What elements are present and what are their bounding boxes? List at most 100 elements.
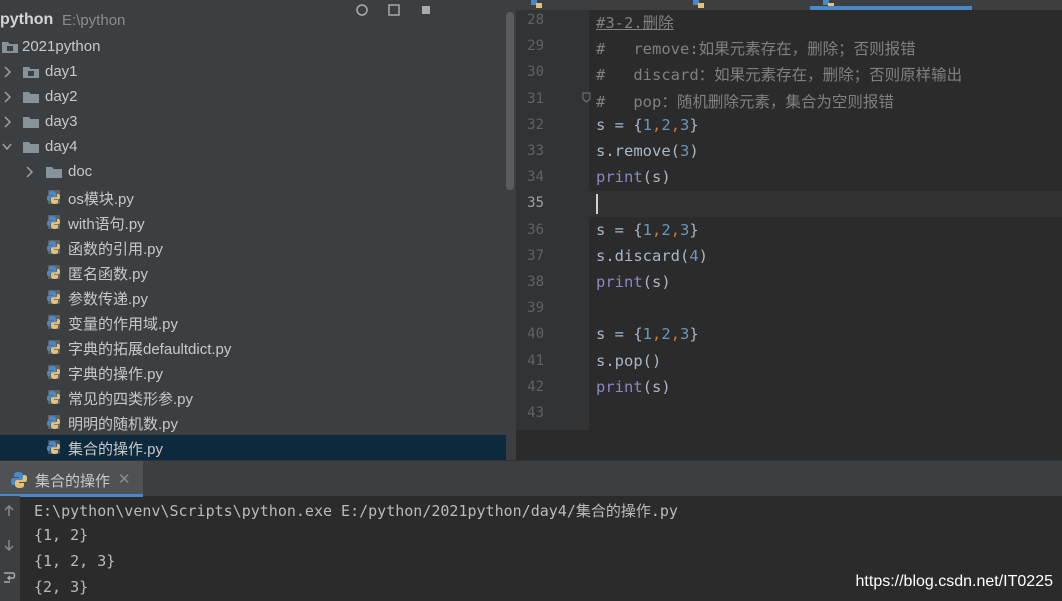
active-tab-indicator bbox=[810, 6, 972, 10]
tree-item[interactable]: day2 bbox=[0, 85, 506, 110]
tree-item[interactable]: day3 bbox=[0, 110, 506, 135]
python-file-icon bbox=[47, 390, 60, 404]
console-output-line: {1, 2, 3} bbox=[34, 552, 116, 570]
line-number: 41 bbox=[527, 352, 544, 369]
python-file-icon bbox=[531, 0, 542, 8]
tree-item-label: os模块.py bbox=[68, 191, 134, 208]
code-line[interactable]: s.pop() bbox=[596, 352, 661, 370]
project-path: E:\python bbox=[62, 12, 126, 29]
tree-item[interactable]: 匿名函数.py bbox=[0, 260, 506, 285]
soft-wrap-icon[interactable] bbox=[2, 570, 16, 584]
tree-item[interactable]: 变量的作用域.py bbox=[0, 310, 506, 335]
project-scrollbar[interactable] bbox=[506, 12, 514, 190]
current-line-highlight bbox=[589, 191, 1062, 217]
tree-item-label: 明明的随机数.py bbox=[68, 416, 179, 433]
folder-icon bbox=[46, 167, 62, 178]
code-line[interactable]: s.discard(4) bbox=[596, 247, 708, 265]
tree-item-label: 集合的操作.py bbox=[68, 441, 164, 458]
line-number: 32 bbox=[527, 116, 544, 133]
tree-item-label: 常见的四类形参.py bbox=[68, 391, 194, 408]
code-line[interactable]: print(s) bbox=[596, 168, 671, 186]
python-file-icon bbox=[47, 240, 60, 254]
chevron-right-icon[interactable] bbox=[2, 116, 12, 128]
arrow-up-icon[interactable] bbox=[2, 504, 16, 518]
code-line[interactable]: s = {1,2,3} bbox=[596, 325, 699, 343]
code-line[interactable]: # discard：如果元素存在，删除；否则原样输出 bbox=[596, 63, 962, 85]
options-icon[interactable] bbox=[420, 4, 432, 16]
chevron-down-icon[interactable] bbox=[2, 141, 12, 153]
tree-item-label: 匿名函数.py bbox=[68, 266, 149, 283]
line-number: 28 bbox=[527, 12, 544, 28]
run-tab[interactable]: 集合的操作 ✕ bbox=[0, 461, 143, 497]
code-line[interactable]: s = {1,2,3} bbox=[596, 221, 699, 239]
tree-item-label: 2021python bbox=[22, 38, 101, 55]
folder-icon bbox=[23, 117, 39, 128]
line-number: 36 bbox=[527, 221, 544, 238]
locate-icon[interactable] bbox=[356, 4, 368, 16]
line-number-gutter: 28 29 30 31 32 33 34 35 36 37 38 39 40 41 42 43 bbox=[516, 10, 589, 430]
tree-item[interactable]: 常见的四类形参.py bbox=[0, 385, 506, 410]
code-line[interactable]: s = {1,2,3} bbox=[596, 116, 699, 134]
line-number: 39 bbox=[527, 300, 544, 317]
tree-item[interactable]: day1 bbox=[0, 60, 506, 85]
code-line[interactable]: print(s) bbox=[596, 273, 671, 291]
line-number: 42 bbox=[527, 378, 544, 395]
line-number: 38 bbox=[527, 274, 544, 290]
tree-item[interactable]: 明明的随机数.py bbox=[0, 410, 506, 435]
python-file-icon bbox=[47, 265, 60, 279]
tree-item[interactable]: with语句.py bbox=[0, 210, 506, 235]
line-number: 33 bbox=[527, 143, 544, 159]
code-line[interactable]: print(s) bbox=[596, 378, 671, 396]
folder-icon bbox=[23, 142, 39, 153]
tree-item[interactable]: day4 bbox=[0, 135, 506, 160]
arrow-down-icon[interactable] bbox=[2, 538, 16, 552]
tree-item[interactable]: os模块.py bbox=[0, 185, 506, 210]
close-icon[interactable]: ✕ bbox=[118, 470, 131, 488]
module-folder-icon bbox=[23, 67, 39, 78]
tree-item[interactable]: doc bbox=[0, 160, 506, 185]
line-number: 34 bbox=[527, 169, 544, 186]
project-header: python E:\python bbox=[0, 4, 516, 35]
python-file-icon bbox=[47, 215, 60, 229]
line-number: 29 bbox=[527, 38, 544, 55]
chevron-right-icon[interactable] bbox=[24, 166, 34, 178]
fold-end-icon[interactable] bbox=[582, 92, 591, 103]
tree-item-label: day1 bbox=[45, 63, 78, 80]
tree-item[interactable]: 2021python bbox=[0, 35, 506, 60]
python-file-icon bbox=[693, 0, 704, 8]
code-line[interactable]: # remove:如果元素存在，删除；否则报错 bbox=[596, 37, 916, 59]
python-file-icon bbox=[47, 415, 60, 429]
tree-item[interactable]: 函数的引用.py bbox=[0, 235, 506, 260]
editor-tab-strip[interactable] bbox=[516, 0, 1062, 10]
tree-item[interactable]: 字典的操作.py bbox=[0, 360, 506, 385]
tree-item-label: 函数的引用.py bbox=[68, 241, 164, 258]
line-number: 43 bbox=[527, 405, 544, 421]
code-line[interactable]: #3-2.删除 bbox=[596, 11, 674, 33]
project-panel: python E:\python 2021python day1 day2 day3 d… bbox=[0, 0, 516, 460]
chevron-right-icon[interactable] bbox=[2, 91, 12, 103]
run-panel: 集合的操作 ✕ E:\python\venv\Scripts\python.ex… bbox=[0, 460, 1062, 601]
console-output-line: {1, 2} bbox=[34, 526, 89, 544]
project-title[interactable]: python bbox=[0, 11, 53, 29]
tree-item-label: 字典的操作.py bbox=[68, 366, 164, 383]
code-line[interactable]: # pop：随机删除元素，集合为空则报错 bbox=[596, 90, 894, 112]
line-number: 35 bbox=[527, 195, 544, 212]
editor-bottom-area bbox=[589, 430, 1062, 460]
run-tab-label: 集合的操作 bbox=[35, 473, 111, 490]
tree-item-label: day2 bbox=[45, 88, 78, 105]
code-line[interactable]: s.remove(3) bbox=[596, 142, 699, 160]
tree-item[interactable]: 集合的操作.py bbox=[0, 435, 506, 460]
python-file-icon bbox=[47, 290, 60, 304]
code-editor[interactable]: 28 29 30 31 32 33 34 35 36 37 38 39 40 41 42 43 #3-2.删除… bbox=[516, 0, 1062, 460]
chevron-right-icon[interactable] bbox=[2, 66, 12, 78]
text-caret bbox=[596, 194, 598, 214]
line-number: 40 bbox=[527, 326, 544, 343]
python-run-icon bbox=[11, 472, 27, 488]
tree-item-label: day3 bbox=[45, 113, 78, 130]
module-folder-icon bbox=[2, 42, 18, 53]
tree-item[interactable]: 参数传递.py bbox=[0, 285, 506, 310]
collapse-all-icon[interactable] bbox=[388, 4, 400, 16]
console-command-line: E:\python\venv\Scripts\python.exe E:/pyt… bbox=[34, 502, 678, 520]
tree-item[interactable]: 字典的拓展defaultdict.py bbox=[0, 335, 506, 360]
line-number: 31 bbox=[527, 90, 544, 107]
